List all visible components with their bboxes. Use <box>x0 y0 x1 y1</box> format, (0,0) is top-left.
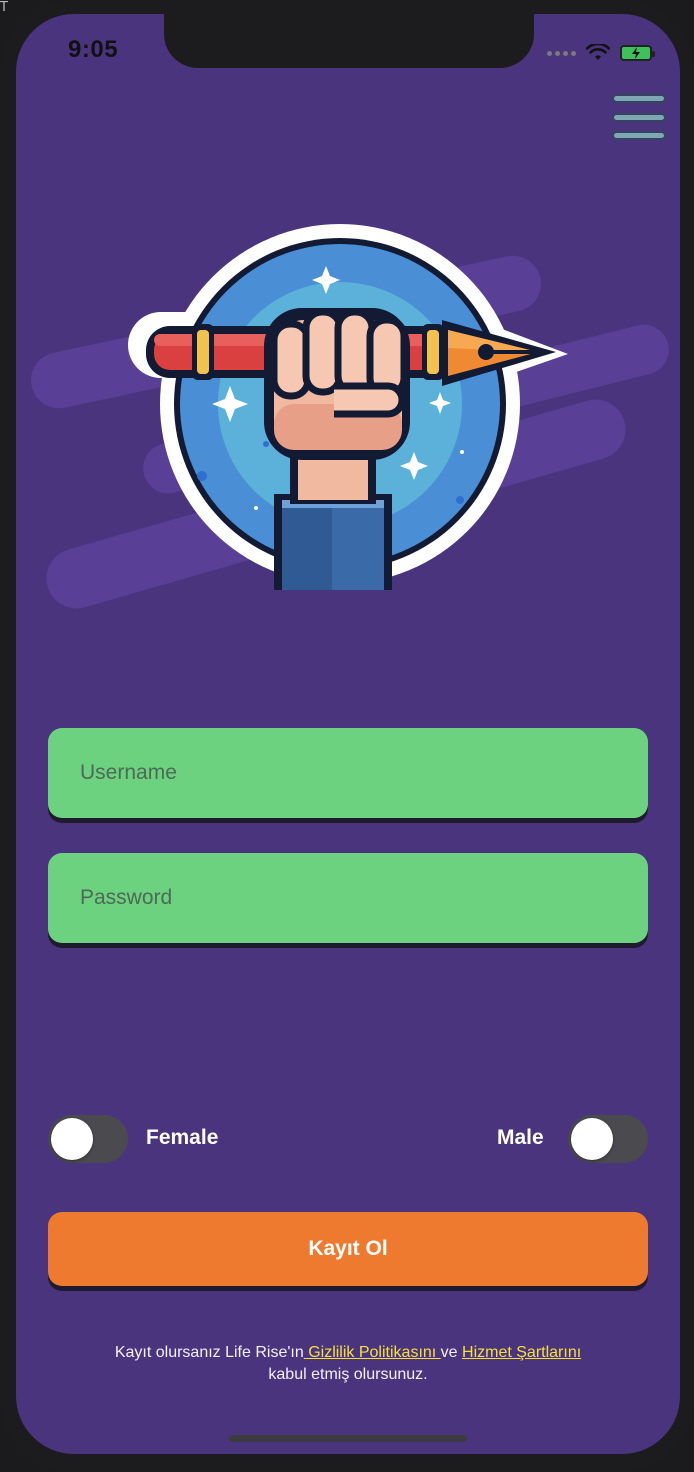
username-placeholder: Username <box>80 761 177 784</box>
device-notch <box>164 14 534 68</box>
male-label: Male <box>497 1126 544 1149</box>
male-toggle-knob <box>571 1118 613 1160</box>
home-indicator <box>229 1435 467 1442</box>
register-button[interactable]: Kayıt Ol <box>48 1212 648 1286</box>
wifi-icon <box>586 44 610 60</box>
corner-artifact: T <box>0 0 8 15</box>
app-logo <box>16 224 680 624</box>
username-input[interactable]: Username <box>48 728 648 818</box>
password-input[interactable]: Password <box>48 853 648 943</box>
status-time: 9:05 <box>68 36 119 63</box>
terms-notice: Kayıt olursanız Life Rise'ın Gizlilik Po… <box>16 1342 680 1386</box>
terms-of-service-link[interactable]: Hizmet Şartlarını <box>462 1344 581 1361</box>
menu-icon[interactable] <box>612 94 666 140</box>
app-screen: 9:05 Username Password Female Male Kayıt… <box>16 14 680 1454</box>
battery-charging-icon <box>620 45 655 61</box>
privacy-policy-link[interactable]: Gizlilik Politikasını <box>304 1344 441 1361</box>
male-toggle[interactable] <box>568 1115 648 1163</box>
cellular-signal-icon <box>547 50 576 56</box>
status-icons <box>547 44 655 62</box>
fist-pen-logo <box>31 224 669 609</box>
female-label: Female <box>146 1126 219 1149</box>
password-placeholder: Password <box>80 886 173 909</box>
terms-prefix: Kayıt olursanız Life Rise'ın <box>114 1344 304 1361</box>
device-frame: 9:05 Username Password Female Male Kayıt… <box>0 0 694 1472</box>
terms-conjunction: ve <box>440 1344 463 1361</box>
female-toggle-knob <box>51 1118 93 1160</box>
terms-suffix: kabul etmiş olursunuz. <box>268 1366 428 1383</box>
female-toggle[interactable] <box>48 1115 128 1163</box>
